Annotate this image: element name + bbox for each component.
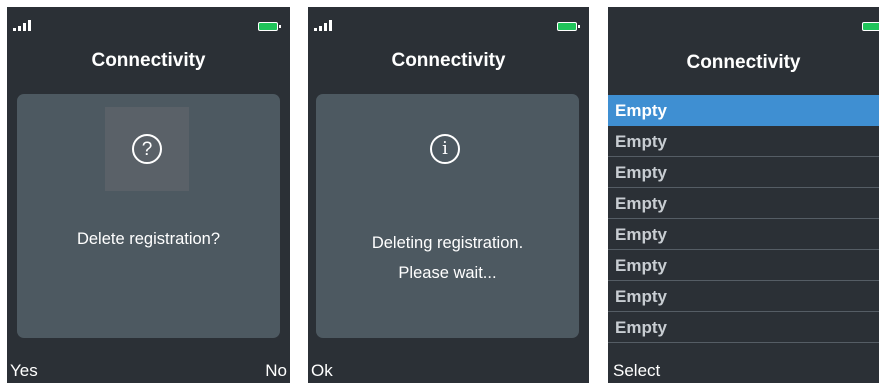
battery-icon [862, 22, 879, 31]
registration-list: Empty Empty Empty Empty Empty Empty Empt… [608, 95, 879, 343]
softkey-yes[interactable]: Yes [10, 360, 38, 382]
info-dialog: i Deleting registration. Please wait... [316, 94, 579, 338]
phone-screen-confirm-delete: Connectivity ? Delete registration? Yes … [7, 7, 290, 383]
softkey-ok[interactable]: Ok [311, 360, 333, 382]
dialog-message-line2: Please wait... [398, 264, 497, 282]
list-item[interactable]: Empty [608, 126, 879, 157]
dialog-message: Delete registration? [76, 230, 221, 248]
signal-strength-icon [314, 20, 336, 31]
softkey-select[interactable]: Select [613, 360, 660, 382]
screen-title: Connectivity [91, 50, 206, 71]
question-circle-icon: ? [132, 134, 162, 164]
icon-tile: ? [105, 107, 189, 191]
list-item[interactable]: Empty [608, 188, 879, 219]
confirm-dialog: ? Delete registration? [17, 94, 280, 338]
phone-screen-deleting: Connectivity i Deleting registration. Pl… [308, 7, 589, 383]
list-item[interactable]: Empty [608, 312, 879, 343]
softkey-no[interactable]: No [265, 360, 287, 382]
list-item[interactable]: Empty [608, 157, 879, 188]
screen-title: Connectivity [391, 50, 506, 71]
battery-icon [258, 22, 281, 31]
battery-icon [557, 22, 580, 31]
info-circle-icon: i [430, 134, 460, 164]
signal-strength-icon [13, 20, 35, 31]
list-item[interactable]: Empty [608, 219, 879, 250]
screen-title: Connectivity [686, 52, 801, 73]
dialog-message-line1: Deleting registration. [371, 234, 524, 252]
phone-screen-registration-list: Connectivity Empty Empty Empty Empty Emp… [608, 7, 879, 383]
list-item[interactable]: Empty [608, 250, 879, 281]
list-item[interactable]: Empty [608, 95, 879, 126]
list-item[interactable]: Empty [608, 281, 879, 312]
